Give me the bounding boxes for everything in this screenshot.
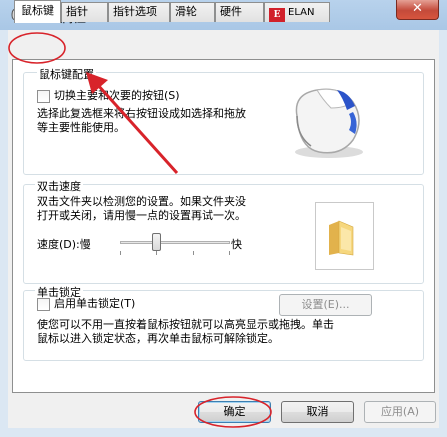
apply-button[interactable]: 应用(A) <box>364 401 436 423</box>
tab-label: 滑轮 <box>175 5 197 18</box>
button-config-description-1: 选择此复选框来将右按钮设成如选择和拖放 <box>37 107 246 120</box>
ok-button[interactable]: 确定 <box>198 401 271 423</box>
slider-track <box>120 241 230 244</box>
close-icon: ✕ <box>412 1 423 16</box>
elan-logo-icon: E <box>269 8 285 22</box>
double-click-test-area[interactable] <box>315 202 374 270</box>
click-lock-description-1: 使您可以不用一直按着鼠标按钮就可以高亮显示或拖拽。单击 <box>37 318 334 331</box>
tab-mouse-buttons[interactable]: 鼠标键 <box>14 0 61 23</box>
slider-tick <box>120 251 121 255</box>
tab-label: 指针选项 <box>113 5 157 18</box>
close-button[interactable]: ✕ <box>396 0 439 20</box>
tab-wheel[interactable]: 滑轮 <box>170 2 215 22</box>
button-config-title: 鼠标键配置 <box>37 66 96 82</box>
slider-tick <box>229 251 230 255</box>
tab-label: 鼠标键 <box>21 4 54 17</box>
tab-hardware[interactable]: 硬件 <box>215 2 264 22</box>
button-config-description-2: 等主要性能使用。 <box>37 121 125 134</box>
double-click-description-2: 打开或关闭，请用慢一点的设置再试一次。 <box>37 209 246 222</box>
double-click-speed-slider[interactable] <box>120 232 230 258</box>
tab-label: 指针 <box>66 5 88 18</box>
fast-label: 快 <box>231 238 242 251</box>
switch-buttons-checkbox[interactable] <box>37 90 50 103</box>
double-click-title: 双击速度 <box>35 178 83 194</box>
click-lock-checkbox[interactable] <box>37 298 50 311</box>
switch-buttons-label: 切换主要和次要的按钮(S) <box>54 89 180 102</box>
double-click-description-1: 双击文件夹以检测您的设置。如果文件夹没 <box>37 195 246 208</box>
tab-label: ELAN <box>288 7 315 18</box>
mouse-illustration-icon <box>295 88 363 158</box>
slider-thumb[interactable] <box>152 233 161 251</box>
tab-page-mouse-buttons: 鼠标键配置 切换主要和次要的按钮(S) 选择此复选框来将右按钮设成如选择和拖放 … <box>12 59 435 393</box>
click-lock-description-2: 鼠标以进入锁定状态，再次单击鼠标可解除锁定。 <box>37 332 279 345</box>
mouse-properties-window: 鼠标 属性 ✕ 鼠标键 指针 指针选项 滑轮 硬件 EELAN 鼠标键配置 切换… <box>0 0 447 437</box>
cancel-button[interactable]: 取消 <box>281 401 354 423</box>
click-lock-label: 启用单击锁定(T) <box>54 297 136 310</box>
slider-tick <box>156 251 157 255</box>
tab-pointer-options[interactable]: 指针选项 <box>108 2 170 22</box>
speed-label: 速度(D):慢 <box>37 238 91 251</box>
tab-label: 硬件 <box>220 5 242 18</box>
tab-elan[interactable]: E ELAN <box>264 2 330 22</box>
slider-tick <box>193 251 194 255</box>
click-lock-settings-button[interactable]: 设置(E)... <box>279 294 372 316</box>
folder-icon[interactable] <box>327 219 355 257</box>
tab-pointers[interactable]: 指针 <box>61 2 108 22</box>
